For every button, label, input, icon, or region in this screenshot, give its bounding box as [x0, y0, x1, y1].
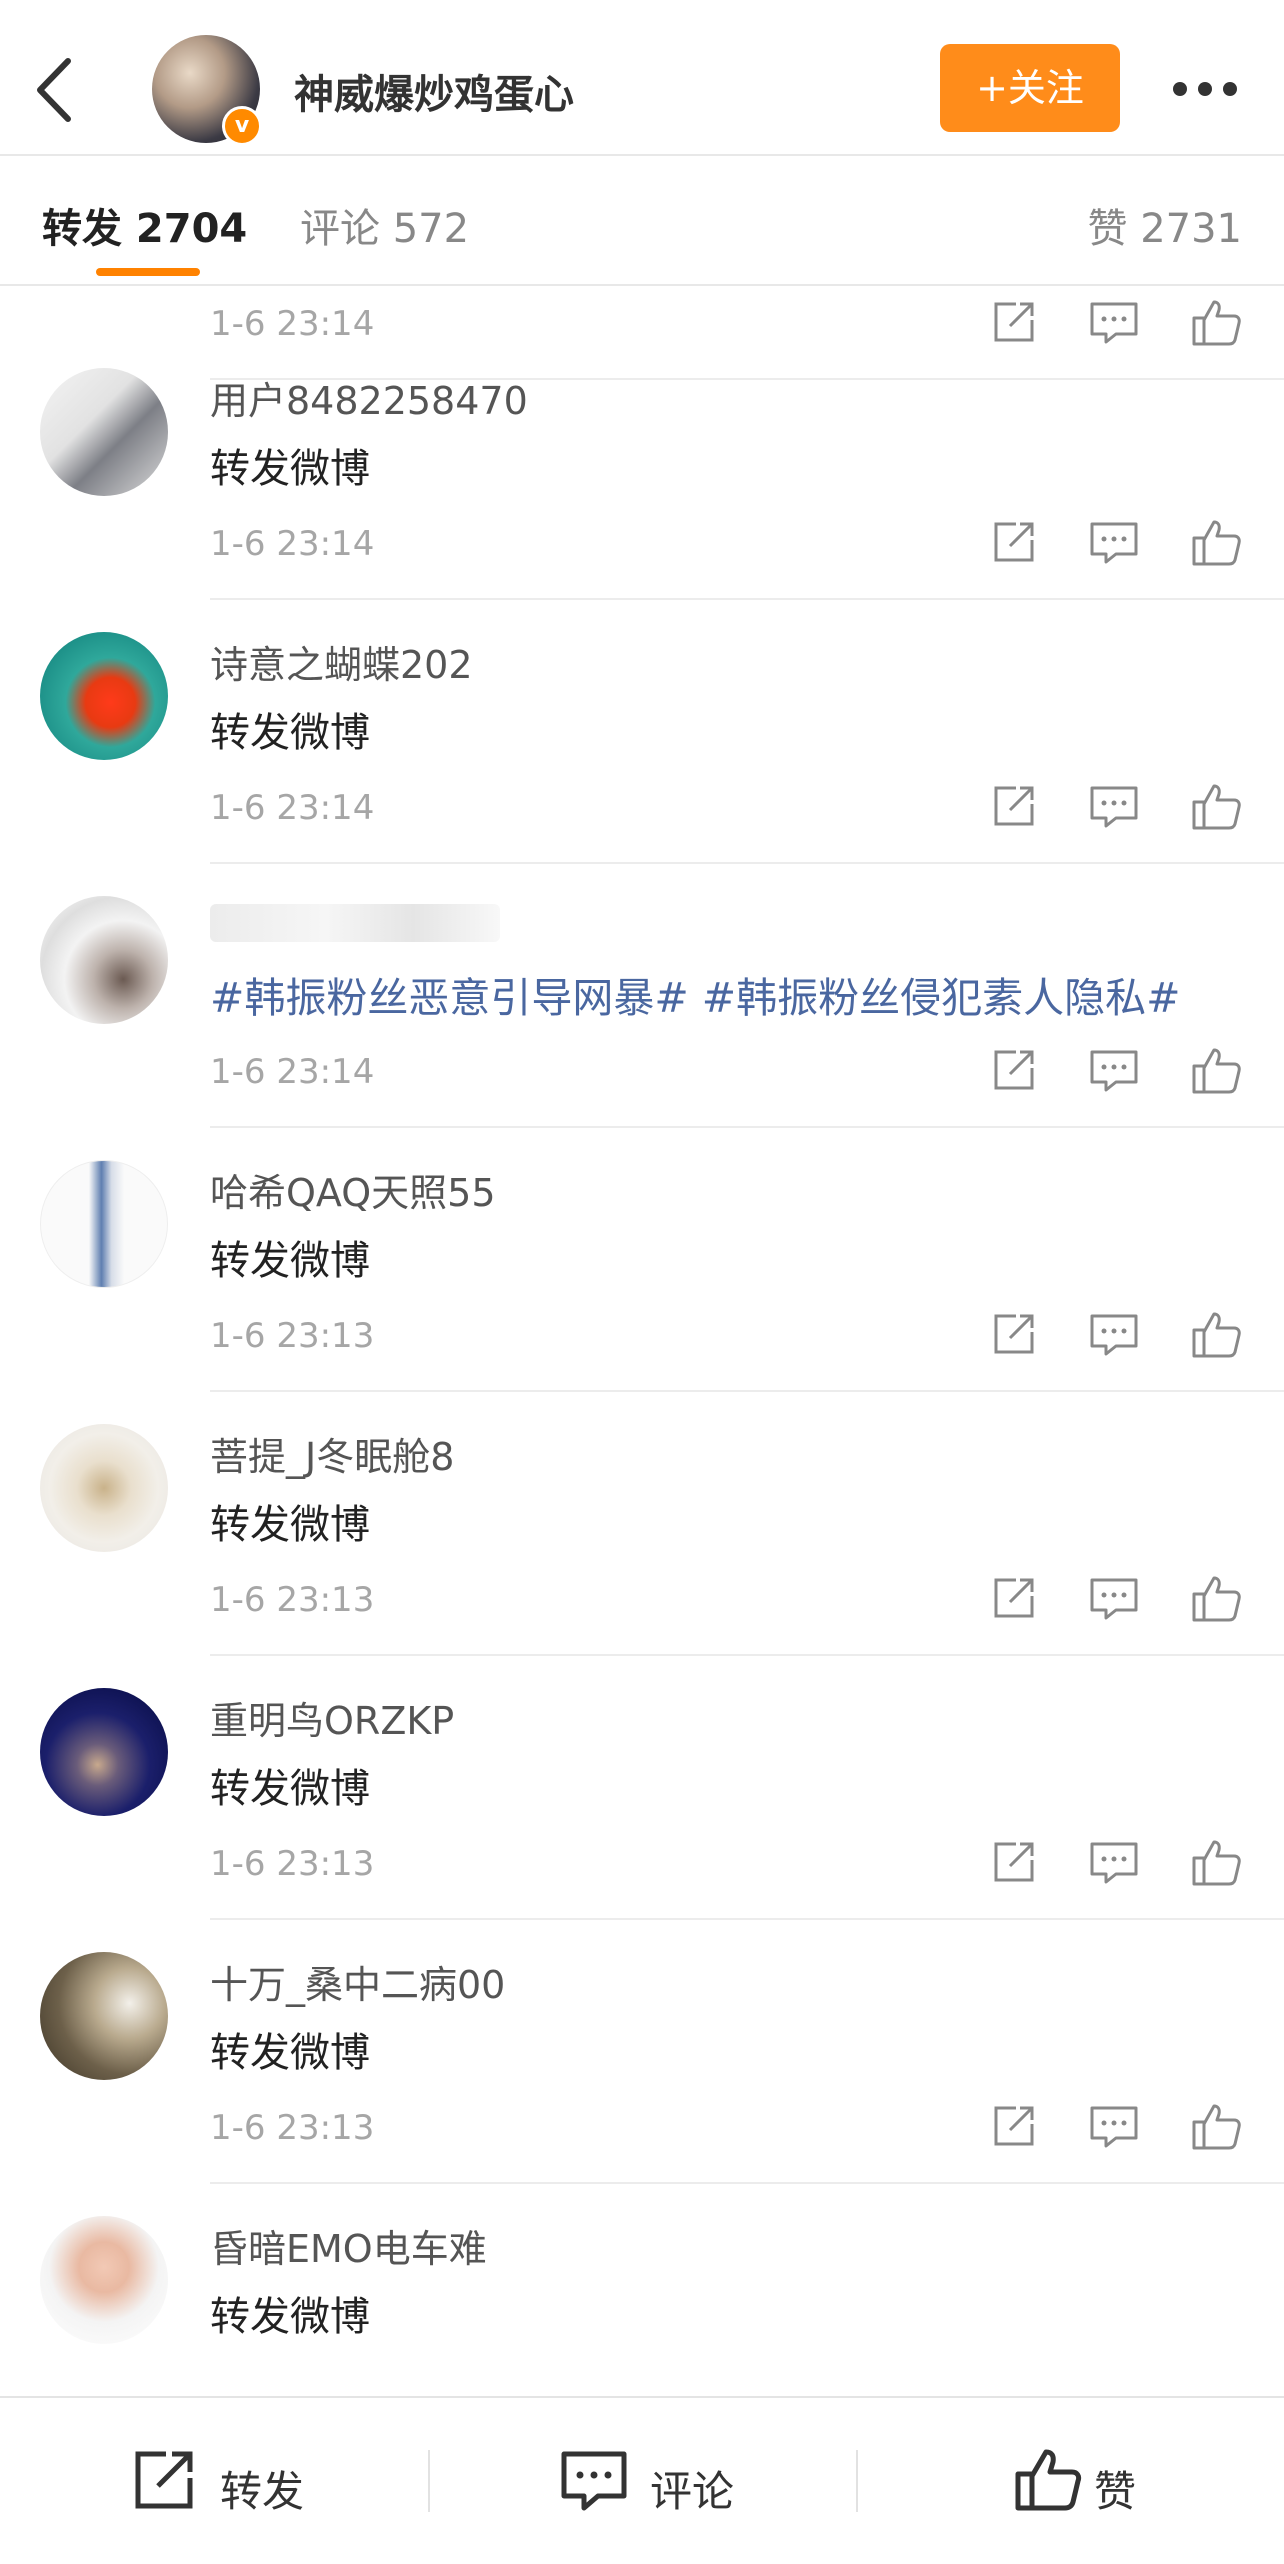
user-avatar[interactable]	[40, 1952, 168, 2080]
top-nav-bar: v 神威爆炒鸡蛋心 +关注	[0, 0, 1284, 156]
thumbs-up-icon[interactable]	[1188, 778, 1244, 834]
repost-item: 诗意之蝴蝶202 转发微博 1-6 23:14	[0, 600, 1284, 864]
user-avatar[interactable]	[40, 1688, 168, 1816]
repost-item: 十万_桑中二病00 转发微博 1-6 23:13	[0, 1920, 1284, 2184]
user-avatar[interactable]	[40, 1160, 168, 1288]
tab-comment[interactable]: 评论 572	[300, 196, 469, 254]
repost-username[interactable]: 用户8482258470	[210, 370, 528, 425]
user-avatar[interactable]	[40, 632, 168, 760]
repost-username[interactable]: 菩提_J冬眠舱8	[210, 1426, 454, 1481]
share-icon[interactable]	[986, 1570, 1042, 1626]
repost-item: 菩提_J冬眠舱8 转发微博 1-6 23:13	[0, 1392, 1284, 1656]
user-avatar[interactable]	[40, 2216, 168, 2344]
comment-label: 评论	[650, 2467, 735, 2516]
repost-item: 哈希QAQ天照55 转发微博 1-6 23:13	[0, 1128, 1284, 1392]
comment-icon[interactable]	[1086, 1570, 1142, 1626]
share-icon[interactable]	[986, 778, 1042, 834]
verified-badge-icon: v	[222, 106, 262, 146]
thumbs-up-icon[interactable]	[1188, 1306, 1244, 1362]
comment-icon[interactable]	[1086, 1042, 1142, 1098]
thumbs-up-icon[interactable]	[1188, 1834, 1244, 1890]
comment-bubble-icon	[561, 2451, 627, 2511]
repost-label: 转发	[220, 2467, 305, 2516]
repost-time: 1-6 23:13	[210, 1844, 375, 1884]
repost-time: 1-6 23:13	[210, 1580, 375, 1620]
repost-content: 转发微博	[210, 446, 370, 492]
thumbs-up-icon[interactable]	[1188, 514, 1244, 570]
more-dots-icon	[1173, 82, 1237, 96]
repost-icon	[135, 2451, 193, 2509]
repost-time: 1-6 23:14	[210, 524, 375, 564]
thumbs-up-icon[interactable]	[1188, 2098, 1244, 2154]
user-avatar[interactable]	[40, 1424, 168, 1552]
repost-content: 转发微博	[210, 2294, 370, 2340]
repost-content: 转发微博	[210, 2030, 370, 2076]
repost-button[interactable]: 转发	[0, 2398, 428, 2564]
follow-button[interactable]: +关注	[940, 44, 1120, 132]
user-avatar[interactable]	[40, 368, 168, 496]
blurred-username[interactable]	[210, 904, 500, 942]
thumbs-up-icon[interactable]	[1188, 1042, 1244, 1098]
comment-icon[interactable]	[1086, 1306, 1142, 1362]
like-label: 赞	[1094, 2467, 1137, 2516]
topic-hashtags[interactable]: #韩振粉丝恶意引导网暴# #韩振粉丝侵犯素人隐私#	[210, 964, 1180, 1024]
repost-item: 重明鸟ORZKP 转发微博 1-6 23:13	[0, 1656, 1284, 1920]
repost-list[interactable]: 1-6 23:14 用户8482258470 转发微博 1-6 23:14 诗意…	[0, 286, 1284, 2396]
repost-time: 1-6 23:13	[210, 2108, 375, 2148]
repost-username[interactable]: 哈希QAQ天照55	[210, 1162, 496, 1217]
active-tab-indicator	[96, 268, 200, 276]
repost-item: 昏暗EMO电车难 转发微博	[0, 2184, 1284, 2396]
comment-button[interactable]: 评论	[428, 2398, 856, 2564]
repost-content: 转发微博	[210, 1238, 370, 1284]
chevron-left-icon	[37, 58, 71, 122]
share-icon[interactable]	[986, 514, 1042, 570]
comment-icon[interactable]	[1086, 514, 1142, 570]
share-icon[interactable]	[986, 1042, 1042, 1098]
thumbs-up-icon[interactable]	[1188, 1570, 1244, 1626]
author-name[interactable]: 神威爆炒鸡蛋心	[294, 62, 574, 120]
comment-icon[interactable]	[1086, 1834, 1142, 1890]
like-button[interactable]: 赞	[856, 2398, 1284, 2564]
comment-icon[interactable]	[1086, 778, 1142, 834]
share-icon[interactable]	[986, 2098, 1042, 2154]
repost-content: 转发微博	[210, 710, 370, 756]
interaction-tabs: 转发 2704 评论 572 赞 2731	[0, 156, 1284, 286]
tab-repost[interactable]: 转发 2704	[42, 196, 247, 254]
share-icon[interactable]	[986, 1834, 1042, 1890]
back-button[interactable]	[30, 55, 80, 125]
repost-username[interactable]: 诗意之蝴蝶202	[210, 634, 473, 689]
repost-content: 转发微博	[210, 1502, 370, 1548]
more-options-button[interactable]	[1170, 78, 1240, 100]
user-avatar[interactable]	[40, 896, 168, 1024]
share-icon[interactable]	[986, 1306, 1042, 1362]
repost-time: 1-6 23:14	[210, 1052, 375, 1092]
repost-item: #韩振粉丝恶意引导网暴# #韩振粉丝侵犯素人隐私# 1-6 23:14	[0, 864, 1284, 1128]
repost-username[interactable]: 昏暗EMO电车难	[210, 2218, 487, 2273]
repost-username[interactable]: 十万_桑中二病00	[210, 1954, 505, 2009]
repost-time: 1-6 23:14	[210, 788, 375, 828]
bottom-action-bar: 转发 评论 赞	[0, 2396, 1284, 2564]
comment-icon[interactable]	[1086, 2098, 1142, 2154]
repost-content: 转发微博	[210, 1766, 370, 1812]
repost-username[interactable]: 重明鸟ORZKP	[210, 1690, 454, 1745]
thumbs-up-icon	[1015, 2449, 1082, 2511]
repost-item: 用户8482258470 转发微博 1-6 23:14	[0, 336, 1284, 600]
tab-like[interactable]: 赞 2731	[1087, 196, 1242, 254]
repost-time: 1-6 23:13	[210, 1316, 375, 1356]
